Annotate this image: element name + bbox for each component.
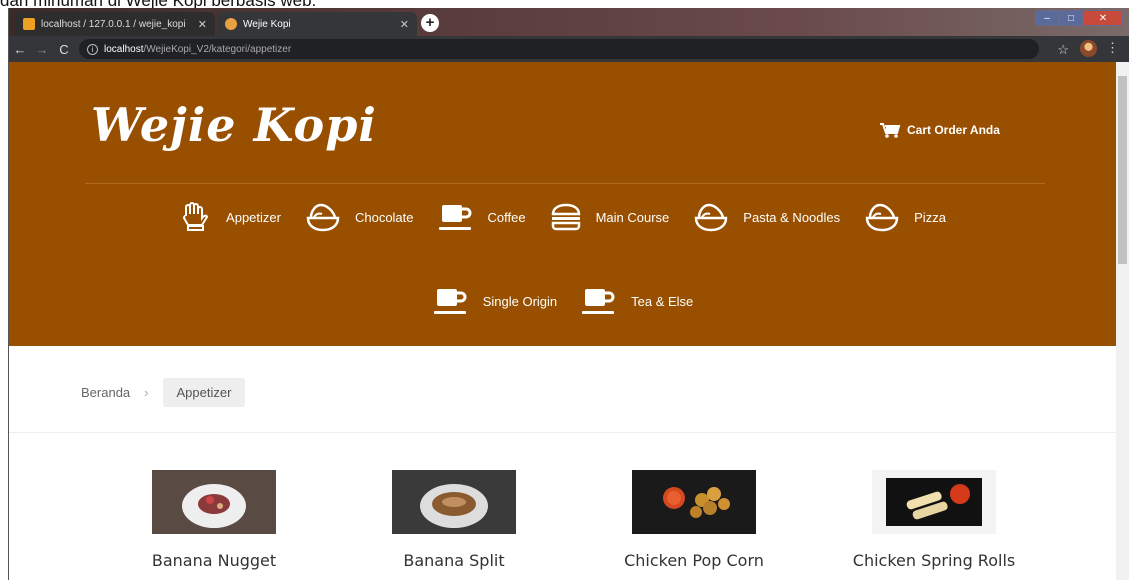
menu-label: Coffee	[487, 209, 526, 225]
product-photo[interactable]	[872, 470, 996, 534]
breadcrumb: Beranda › Appetizer	[81, 378, 246, 407]
cart-icon	[880, 123, 901, 138]
product-card[interactable]: Chicken Pop Corn	[579, 470, 809, 570]
section-divider	[9, 432, 1117, 433]
burger-icon	[551, 203, 580, 231]
breadcrumb-current: Appetizer	[162, 378, 246, 407]
menu-item-pasta-noodles[interactable]: Pasta & Noodles	[693, 202, 840, 232]
url-host: localhost	[104, 43, 144, 55]
tab-phpmyadmin[interactable]: localhost / 127.0.0.1 / wejie_kopi ✕	[15, 12, 215, 36]
category-menu-row-1: Appetizer Chocolate Coffee Main Course P…	[9, 202, 1117, 232]
menu-label: Chocolate	[354, 209, 414, 225]
site-header: Wejie Kopi Cart Order Anda Appetizer Cho…	[9, 62, 1117, 346]
product-photo[interactable]	[632, 470, 756, 534]
window-controls: – □ ✕	[1035, 10, 1123, 26]
hand-icon	[183, 202, 209, 231]
category-menu-row-2: Single Origin Tea & Else	[9, 286, 1117, 316]
browser-menu-icon[interactable]: ⋮	[1106, 40, 1119, 56]
cup-icon	[582, 289, 615, 314]
tab-title: Wejie Kopi	[243, 18, 291, 30]
maximize-icon[interactable]: □	[1059, 10, 1083, 26]
bowl-icon	[865, 203, 899, 232]
new-tab-icon[interactable]: +	[421, 14, 439, 32]
page-scrollbar[interactable]	[1116, 62, 1129, 580]
reload-icon[interactable]: C	[53, 42, 75, 57]
cup-icon	[438, 205, 471, 230]
menu-label: Pizza	[914, 209, 946, 225]
menu-item-appetizer[interactable]: Appetizer	[180, 202, 281, 232]
menu-item-pizza[interactable]: Pizza	[864, 202, 946, 232]
menu-item-coffee[interactable]: Coffee	[438, 202, 526, 232]
menu-label: Main Course	[595, 209, 670, 225]
url-path: /WejieKopi_V2/kategori/appetizer	[143, 43, 292, 55]
back-icon[interactable]: ←	[9, 42, 31, 57]
bowl-icon	[695, 203, 728, 232]
product-name[interactable]: Banana Nugget	[99, 551, 329, 570]
forward-icon[interactable]: →	[31, 42, 53, 57]
page-content: Wejie Kopi Cart Order Anda Appetizer Cho…	[9, 62, 1117, 580]
browser-window: localhost / 127.0.0.1 / wejie_kopi ✕ Wej…	[8, 8, 1129, 580]
header-divider	[85, 183, 1045, 184]
breadcrumb-home-link[interactable]: Beranda	[81, 385, 130, 400]
info-icon[interactable]: i	[87, 43, 98, 55]
browser-toolbar: ← → C i localhost/WejieKopi_V2/kategori/…	[9, 36, 1129, 62]
menu-label: Tea & Else	[631, 293, 694, 309]
product-name[interactable]: Banana Split	[339, 551, 569, 570]
close-window-icon[interactable]: ✕	[1083, 10, 1123, 26]
product-name[interactable]: Chicken Spring Rolls	[819, 551, 1049, 570]
product-card[interactable]: Chicken Spring Rolls	[819, 470, 1049, 570]
menu-label: Appetizer	[226, 209, 281, 225]
tab-wejie-kopi[interactable]: Wejie Kopi ✕	[217, 12, 417, 36]
product-name[interactable]: Chicken Pop Corn	[579, 551, 809, 570]
phpmyadmin-favicon-icon	[23, 18, 35, 30]
scrollbar-thumb[interactable]	[1118, 76, 1127, 264]
menu-label: Single Origin	[482, 293, 558, 309]
menu-item-tea-else[interactable]: Tea & Else	[581, 286, 693, 316]
bookmark-star-icon[interactable]: ☆	[1057, 42, 1069, 58]
cup-icon	[433, 289, 467, 314]
product-photo[interactable]	[392, 470, 516, 534]
wejie-favicon-icon	[225, 18, 237, 30]
address-bar[interactable]: i localhost/WejieKopi_V2/kategori/appeti…	[79, 39, 1039, 59]
product-card[interactable]: Banana Split	[339, 470, 569, 570]
profile-avatar[interactable]	[1080, 40, 1097, 57]
close-tab-icon[interactable]: ✕	[198, 18, 207, 31]
close-tab-icon[interactable]: ✕	[400, 18, 409, 31]
cart-link[interactable]: Cart Order Anda	[879, 122, 1000, 138]
tab-strip: localhost / 127.0.0.1 / wejie_kopi ✕ Wej…	[9, 8, 1129, 36]
minimize-icon[interactable]: –	[1035, 10, 1059, 26]
breadcrumb-chevron-icon: ›	[144, 385, 149, 400]
menu-item-main-course[interactable]: Main Course	[550, 203, 670, 231]
product-card[interactable]: Banana Nugget	[99, 470, 329, 570]
tab-title: localhost / 127.0.0.1 / wejie_kopi	[41, 18, 186, 30]
cart-label: Cart Order Anda	[907, 123, 1000, 137]
bowl-icon	[306, 203, 340, 232]
site-logo[interactable]: Wejie Kopi	[91, 98, 377, 152]
menu-item-chocolate[interactable]: Chocolate	[305, 202, 414, 232]
menu-label: Pasta & Noodles	[743, 209, 841, 225]
product-photo[interactable]	[152, 470, 276, 534]
menu-item-single-origin[interactable]: Single Origin	[433, 286, 557, 316]
